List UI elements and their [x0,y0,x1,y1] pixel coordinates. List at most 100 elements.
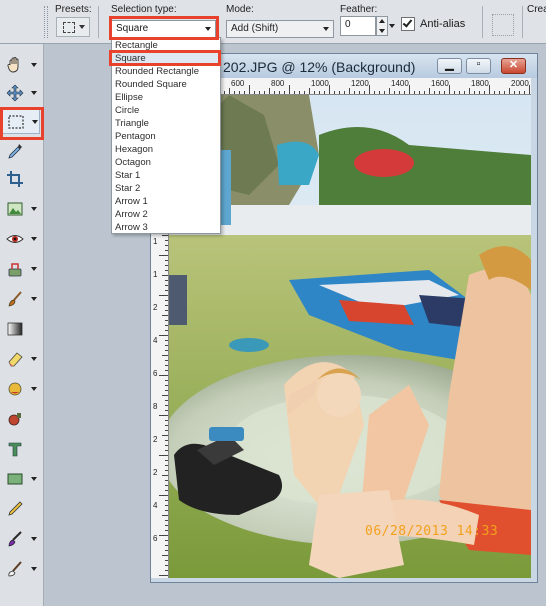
selection-type-option[interactable]: Triangle [112,117,220,130]
ruler-label: 1400 [391,79,409,88]
ruler-tick [264,91,265,94]
selection-type-option[interactable]: Rounded Rectangle [112,65,220,78]
pen-tool[interactable] [2,496,40,522]
ruler-tick [484,91,485,94]
shape-tool[interactable] [2,466,40,492]
brush-icon [8,291,22,307]
move-tool[interactable] [2,80,40,106]
create-label: Crea [527,4,546,15]
selection-type-option[interactable]: Ellipse [112,91,220,104]
mode-select[interactable]: Add (Shift) [226,20,334,38]
ruler-tick [454,91,455,94]
selection-type-option[interactable]: Star 1 [112,169,220,182]
text-T-icon [8,442,22,457]
red-eye-tool[interactable] [2,226,40,252]
picture-tube-tool[interactable] [2,406,40,432]
stepper-up-icon[interactable] [379,19,385,23]
ruler-tick [229,88,230,94]
selection-type-option[interactable]: Arrow 3 [112,221,220,234]
move-arrows-icon [6,84,24,102]
ruler-tick [165,565,168,566]
crop-tool[interactable] [2,166,40,192]
selection-type-dropdown-list[interactable]: Rectangle Square Rounded Rectangle Rounded … [111,37,221,234]
flyout-arrow-icon[interactable] [31,537,37,541]
ruler-tick [279,91,280,94]
flyout-arrow-icon[interactable] [31,477,37,481]
ruler-tick [165,450,168,451]
ruler-tick [409,85,410,94]
ruler-tick [165,430,168,431]
ruler-tick [165,560,168,561]
text-tool[interactable] [2,436,40,462]
clone-tool[interactable] [2,286,40,312]
checkmark-icon [402,17,413,28]
ruler-label: 2 [153,468,158,477]
ruler-tick [159,495,168,496]
feather-slider-button[interactable] [388,16,397,36]
ruler-tick [162,275,168,276]
selection-type-option[interactable]: Pentagon [112,130,220,143]
selection-tool-highlight [0,107,44,140]
selection-type-option[interactable]: Arrow 1 [112,195,220,208]
selection-type-option[interactable]: Star 2 [112,182,220,195]
stepper-down-icon[interactable] [379,29,385,33]
ruler-tick [159,375,168,376]
presets-button[interactable] [56,17,90,37]
selection-type-option[interactable]: Arrow 2 [112,208,220,221]
flyout-arrow-icon[interactable] [31,207,37,211]
antialias-checkbox[interactable] [401,17,415,31]
makeover-tool[interactable] [2,256,40,282]
maximize-button[interactable]: ▫ [466,58,491,74]
dropper-tool[interactable] [2,138,40,164]
ruler-label: 2000 [511,79,529,88]
straighten-tool[interactable] [2,196,40,222]
selection-type-option[interactable]: Circle [112,104,220,117]
color-changer-tool[interactable] [2,376,40,402]
gradient-tool[interactable] [2,316,40,342]
ruler-tick [165,290,168,291]
ruler-tick [354,91,355,94]
ruler-tick [165,320,168,321]
flyout-arrow-icon[interactable] [31,91,37,95]
feather-stepper[interactable] [376,16,388,36]
selection-type-option[interactable]: Hexagon [112,143,220,156]
flyout-arrow-icon[interactable] [31,357,37,361]
ruler-tick [165,400,168,401]
ruler-tick [369,85,370,94]
brush-tool[interactable] [2,526,40,552]
ruler-tick [304,91,305,94]
flyout-arrow-icon[interactable] [31,63,37,67]
ruler-tick [165,465,168,466]
smudge-tool[interactable] [2,556,40,582]
ruler-tick [165,540,168,541]
ruler-tick [524,91,525,94]
pen-icon [8,501,23,516]
ruler-tick [519,91,520,94]
eraser-tool[interactable] [2,346,40,372]
options-bar-grip[interactable] [44,6,48,38]
ruler-tick [165,360,168,361]
select-all-icon[interactable] [492,14,514,36]
rectangle-shape-icon [7,473,23,485]
ruler-tick [165,460,168,461]
ruler-tick [434,91,435,94]
flyout-arrow-icon[interactable] [31,567,37,571]
selection-type-option[interactable]: Octagon [112,156,220,169]
selection-type-option[interactable]: Rounded Square [112,78,220,91]
mode-label: Mode: [226,4,254,15]
ruler-tick [384,91,385,94]
minimize-button[interactable]: ▁ [437,58,462,74]
canvas-photo[interactable]: 06/28/2013 14:33 [169,95,531,578]
flyout-arrow-icon[interactable] [31,237,37,241]
ruler-tick [329,85,330,94]
ruler-tick [429,88,430,94]
ruler-label: 2 [153,303,158,312]
pan-tool[interactable] [2,52,40,78]
close-button[interactable]: ✕ [501,58,526,74]
flyout-arrow-icon[interactable] [31,267,37,271]
flyout-arrow-icon[interactable] [31,297,37,301]
ruler-tick [165,370,168,371]
feather-input[interactable]: 0 [340,16,376,36]
flyout-arrow-icon[interactable] [31,387,37,391]
beach-photo-image [169,95,531,578]
